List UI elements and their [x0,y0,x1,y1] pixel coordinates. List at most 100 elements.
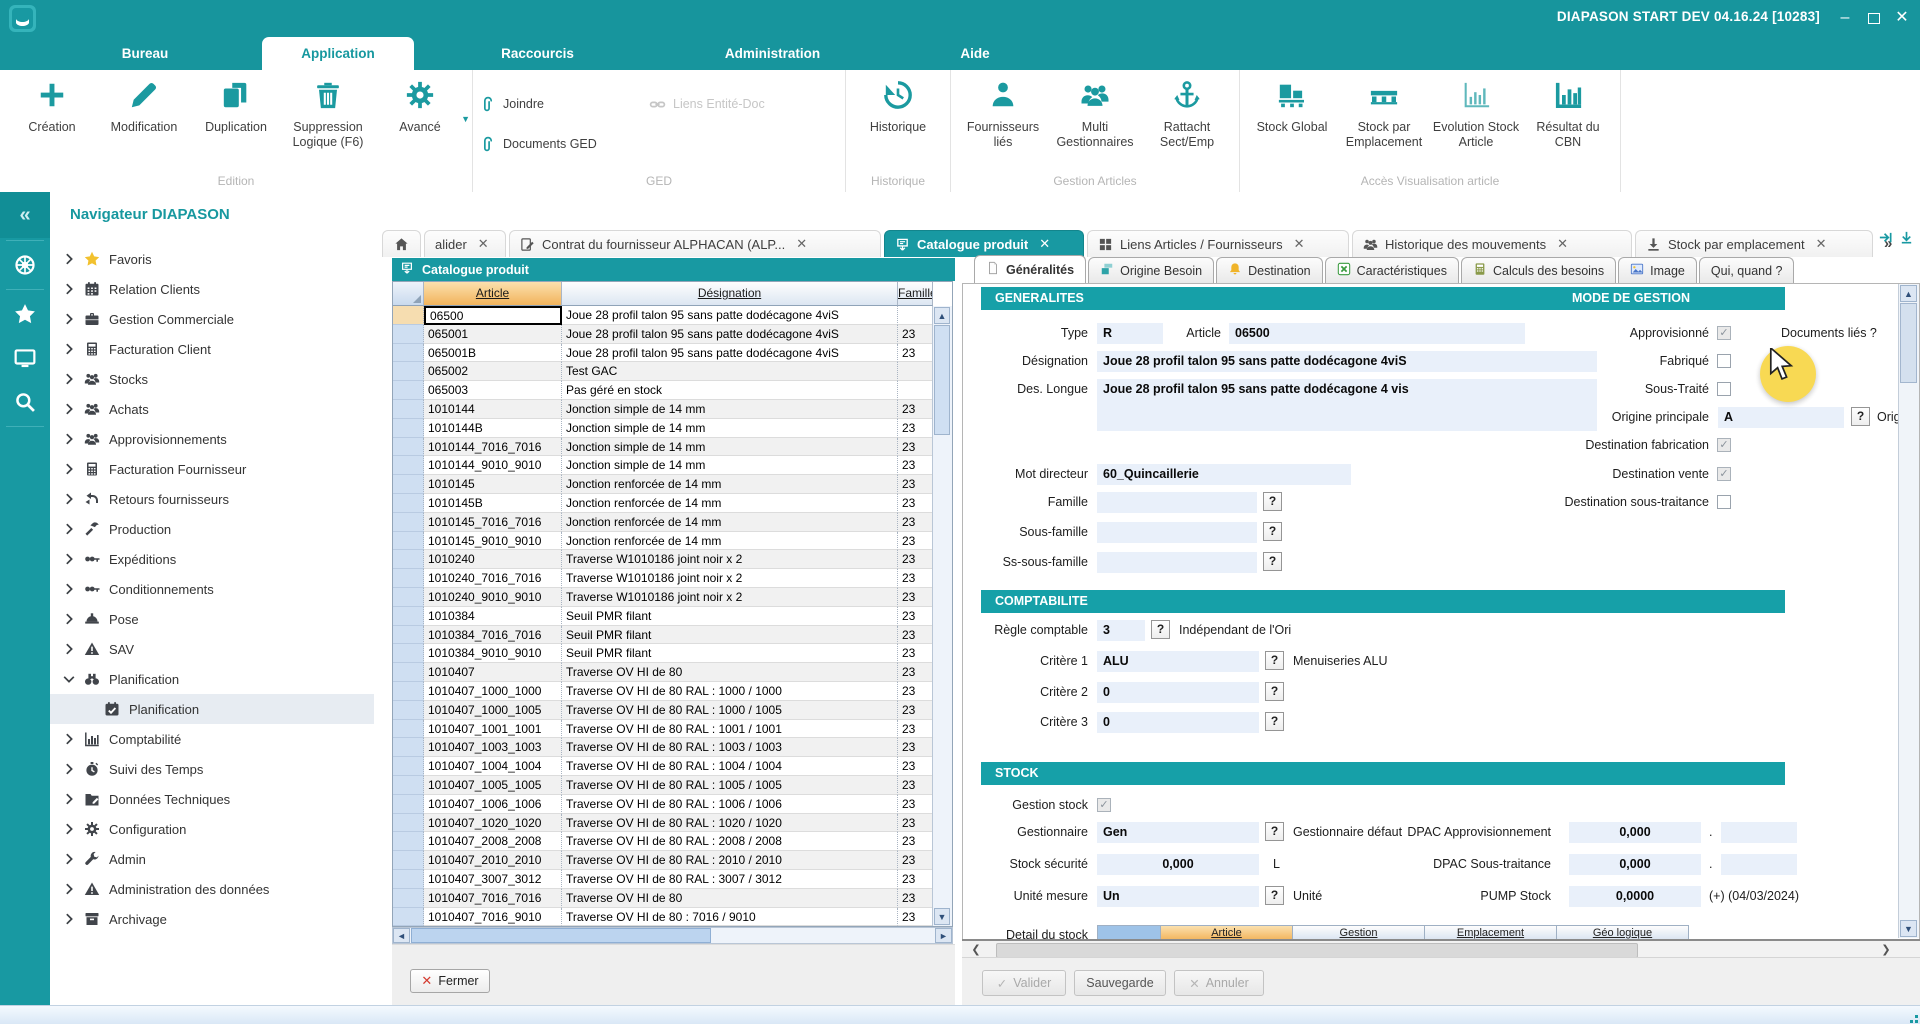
cell-designation[interactable]: Traverse OV HI de 80 [562,663,898,682]
chevron-right-icon[interactable] [62,312,76,326]
cell-article[interactable]: 1010407_1001_1001 [424,720,562,739]
table-row[interactable]: 1010407_3007_3012 Traverse OV HI de 80 R… [393,870,933,889]
cell-designation[interactable]: Traverse OV HI de 80 RAL : 1005 / 1005 [562,776,898,795]
chevron-right-icon[interactable] [62,342,76,356]
sidebar-item-suivi-des-temps[interactable]: Suivi des Temps [50,754,374,784]
row-selector-cell[interactable] [393,870,424,889]
sidebar-item-planification[interactable]: Planification [50,664,374,694]
table-row[interactable]: 1010145_9010_9010 Jonction renforcée de … [393,532,933,551]
scroll-right-icon[interactable]: ► [935,928,952,943]
sidebar-item-stocks[interactable]: Stocks [50,364,374,394]
favorites-star-icon[interactable] [0,292,50,336]
origine-help-button[interactable]: ? [1851,407,1870,426]
cell-designation[interactable]: Jonction simple de 14 mm [562,438,898,457]
detail-header-geo[interactable]: Géo logique [1557,925,1689,939]
ribbon-button-documents-ged[interactable]: Documents GED [479,124,649,164]
maximize-button[interactable] [1861,7,1887,29]
pump-stock-field[interactable]: 0,0000 [1569,886,1701,907]
unite-mesure-field[interactable]: Un [1097,886,1259,907]
table-row[interactable]: 1010144_7016_7016 Jonction simple de 14 … [393,438,933,457]
cell-famille[interactable]: 23 [898,438,933,457]
ribbon-button-joindre[interactable]: Joindre [479,84,649,124]
cell-famille[interactable] [898,306,933,325]
chevron-down-icon[interactable] [62,672,76,686]
table-row[interactable]: 1010407_1006_1006 Traverse OV HI de 80 R… [393,795,933,814]
chevron-right-icon[interactable] [62,822,76,836]
row-selector-cell[interactable] [393,757,424,776]
cell-famille[interactable]: 23 [898,738,933,757]
row-selector-cell[interactable] [393,513,424,532]
cell-designation[interactable]: Jonction simple de 14 mm [562,419,898,438]
cell-designation[interactable]: Traverse OV HI de 80 RAL : 1003 / 1003 [562,738,898,757]
scroll-up-icon[interactable]: ▲ [1900,285,1917,302]
gestionnaire-field[interactable]: Gen [1097,822,1259,843]
annuler-button[interactable]: ✕ Annuler [1174,970,1264,996]
ribbon-button-historique[interactable]: Historique [852,80,944,135]
ribbon-button-liens-entit-doc[interactable]: Liens Entité-Doc [649,84,839,124]
chevron-right-icon[interactable] [62,492,76,506]
cell-article[interactable]: 1010240_7016_7016 [424,569,562,588]
cell-article[interactable]: 1010145 [424,475,562,494]
form-tab-g-n-ralit-s[interactable]: Généralités [974,255,1086,283]
cell-designation[interactable]: Traverse OV HI de 80 RAL : 1000 / 1005 [562,701,898,720]
sidebar-item-production[interactable]: Production [50,514,374,544]
chevron-right-icon[interactable] [62,372,76,386]
scroll-tabs-right-icon[interactable] [1878,230,1893,250]
cell-famille[interactable]: 23 [898,588,933,607]
cell-famille[interactable]: 23 [898,720,933,739]
cell-designation[interactable]: Joue 28 profil talon 95 sans patte dodéc… [562,306,898,325]
cell-designation[interactable]: Jonction simple de 14 mm [562,400,898,419]
row-selector-cell[interactable] [393,438,424,457]
column-header-designation[interactable]: Désignation [562,282,898,306]
form-tab-image[interactable]: Image [1618,257,1697,283]
cell-designation[interactable]: Jonction renforcée de 14 mm [562,475,898,494]
menu-administration[interactable]: Administration [685,37,860,70]
cell-designation[interactable]: Joue 28 profil talon 95 sans patte dodéc… [562,325,898,344]
cell-designation[interactable]: Traverse OV HI de 80 RAL : 1004 / 1004 [562,757,898,776]
row-selector-cell[interactable] [393,663,424,682]
cell-designation[interactable]: Traverse OV HI de 80 RAL : 3007 / 3012 [562,870,898,889]
cell-famille[interactable]: 23 [898,607,933,626]
chevron-right-icon[interactable] [62,432,76,446]
cell-famille[interactable]: 23 [898,701,933,720]
sidebar-item-conditionnements[interactable]: Conditionnements [50,574,374,604]
close-tab-icon[interactable]: ✕ [478,236,489,252]
dpac-appro-field[interactable]: 0,000 [1569,822,1701,843]
monitor-icon[interactable] [0,336,50,380]
tab-alider[interactable]: alider ✕ [424,230,506,257]
cell-designation[interactable]: Traverse OV HI de 80 : 7016 / 9010 [562,908,898,927]
row-selector-cell[interactable] [393,851,424,870]
cell-designation[interactable]: Traverse W1010186 joint noir x 2 [562,588,898,607]
form-hscroll-thumb[interactable] [996,943,1638,958]
cell-famille[interactable]: 23 [898,569,933,588]
row-selector-cell[interactable] [393,720,424,739]
row-selector-cell[interactable] [393,475,424,494]
cell-designation[interactable]: Jonction renforcée de 14 mm [562,494,898,513]
resize-grip-icon[interactable] [1906,1011,1918,1023]
cell-famille[interactable] [898,362,933,381]
cell-designation[interactable]: Joue 28 profil talon 95 sans patte dodéc… [562,344,898,363]
form-vertical-scrollbar[interactable]: ▲ ▼ [1898,284,1919,938]
chevron-right-icon[interactable] [62,612,76,626]
cell-designation[interactable]: Traverse OV HI de 80 RAL : 1020 / 1020 [562,814,898,833]
ribbon-button-rattacht-sect-emp[interactable]: Rattacht Sect/Emp [1141,80,1233,150]
origine-principale-field[interactable]: A [1718,407,1844,428]
row-selector-cell[interactable] [393,738,424,757]
table-row[interactable]: 1010144B Jonction simple de 14 mm 23 [393,419,933,438]
cell-designation[interactable]: Traverse OV HI de 80 RAL : 2010 / 2010 [562,851,898,870]
cell-designation[interactable]: Seuil PMR filant [562,644,898,663]
ss-sous-famille-help-button[interactable]: ? [1263,552,1282,571]
select-all-header[interactable] [393,282,424,306]
row-selector-cell[interactable] [393,306,424,325]
sidebar-item-relation-clients[interactable]: Relation Clients [50,274,374,304]
table-row[interactable]: 1010407_1000_1000 Traverse OV HI de 80 R… [393,682,933,701]
row-selector-cell[interactable] [393,644,424,663]
chevron-right-icon[interactable] [62,252,76,266]
scroll-down-icon[interactable]: ▼ [934,908,950,925]
cell-article[interactable]: 1010144_7016_7016 [424,438,562,457]
ribbon-button-modification[interactable]: Modification [98,80,190,135]
sidebar-item-comptabilit[interactable]: Comptabilité [50,724,374,754]
cell-article[interactable]: 1010240_9010_9010 [424,588,562,607]
sous-famille-field[interactable] [1097,522,1257,543]
critere2-help-button[interactable]: ? [1265,682,1284,701]
